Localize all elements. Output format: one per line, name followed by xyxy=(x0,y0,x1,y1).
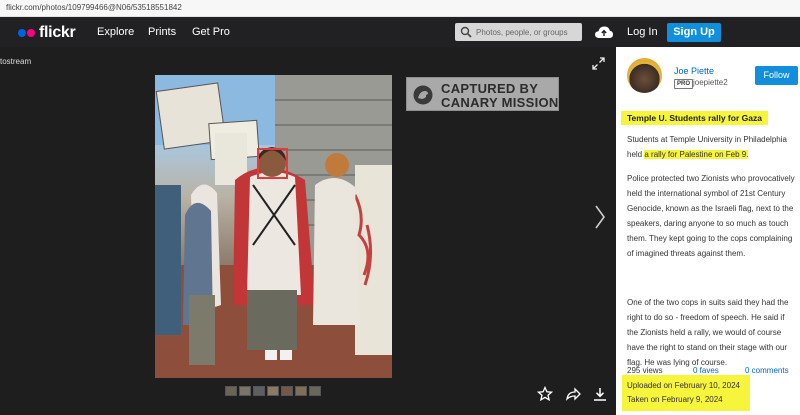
browser-url-bar[interactable]: flickr.com/photos/109799466@N06/53518551… xyxy=(0,0,800,17)
description-paragraph-2: Police protected two Zionists who provoc… xyxy=(627,174,795,258)
url-text: flickr.com/photos/109799466@N06/53518551… xyxy=(6,3,182,12)
upload-cloud-icon[interactable] xyxy=(594,25,614,39)
sign-up-button[interactable]: Sign Up xyxy=(667,23,721,42)
next-photo-arrow-icon[interactable] xyxy=(594,204,606,230)
views-count: 295 views xyxy=(627,366,663,375)
thumbnail[interactable] xyxy=(267,386,279,396)
search-input[interactable] xyxy=(476,25,578,39)
watermark-line-2: CANARY MISSION xyxy=(441,95,559,110)
watermark-line-1: CAPTURED BY xyxy=(441,81,539,96)
photo-viewer: tostream CAPTURED BY CANARY MISSION xyxy=(0,47,616,415)
description-paragraph-1: Students at Temple University in Philade… xyxy=(627,132,795,162)
share-icon[interactable] xyxy=(565,386,581,402)
photo-dates: Uploaded on February 10, 2024 Taken on F… xyxy=(622,375,750,411)
photostream-back-link[interactable]: tostream xyxy=(0,57,31,66)
thumbnail[interactable] xyxy=(295,386,307,396)
star-icon[interactable] xyxy=(537,386,553,402)
download-icon[interactable] xyxy=(592,386,608,402)
photo-title: Temple U. Students rally for Gaza xyxy=(621,111,768,125)
nav-explore[interactable]: Explore xyxy=(97,26,134,38)
nav-prints[interactable]: Prints xyxy=(148,26,176,38)
search-box[interactable] xyxy=(455,23,582,41)
login-link[interactable]: Log In xyxy=(627,26,658,38)
owner-handle[interactable]: joepiette2 xyxy=(693,78,728,87)
nav-get-pro[interactable]: Get Pro xyxy=(192,26,230,38)
description-highlight: a rally for Palestine on Feb 9. xyxy=(644,150,749,159)
flickr-logo[interactable]: flickr xyxy=(18,24,76,42)
photo-info-panel: Joe Piette PRO joepiette2 Follow Temple … xyxy=(616,47,800,415)
taken-date: Taken on February 9, 2024 xyxy=(627,395,723,404)
comments-link[interactable]: 0 comments xyxy=(745,366,789,375)
uploaded-date: Uploaded on February 10, 2024 xyxy=(627,381,740,390)
search-icon xyxy=(460,26,472,38)
top-navigation: flickr Explore Prints Get Pro Log In Sig… xyxy=(0,17,800,47)
photo-scene xyxy=(155,75,392,378)
logo-blue-dot xyxy=(18,29,26,37)
avatar[interactable] xyxy=(627,58,662,93)
logo-text: flickr xyxy=(39,24,76,41)
owner-name-link[interactable]: Joe Piette xyxy=(674,66,714,76)
thumbnail[interactable] xyxy=(281,386,293,396)
logo-pink-dot xyxy=(27,29,35,37)
thumbnail[interactable] xyxy=(253,386,265,396)
canary-logo-icon xyxy=(413,85,433,105)
expand-icon[interactable] xyxy=(592,57,605,70)
thumbnail[interactable] xyxy=(309,386,321,396)
description-paragraph-3: One of the two cops in suits said they h… xyxy=(627,298,789,367)
follow-button[interactable]: Follow xyxy=(755,66,798,85)
pro-badge: PRO xyxy=(674,79,694,89)
faves-link[interactable]: 0 faves xyxy=(693,366,719,375)
thumbnail[interactable] xyxy=(239,386,251,396)
thumbnail[interactable] xyxy=(225,386,237,396)
thumbnail-strip xyxy=(225,386,321,396)
canary-mission-watermark: CAPTURED BY CANARY MISSION xyxy=(406,77,559,111)
main-photo[interactable] xyxy=(155,75,392,378)
